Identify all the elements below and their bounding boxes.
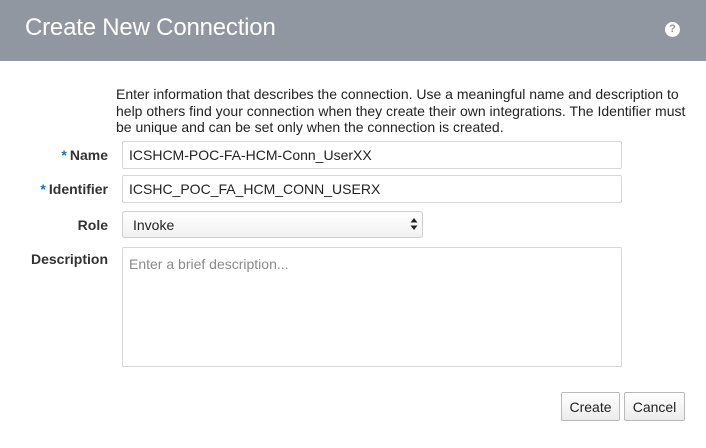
required-marker: * <box>40 181 46 197</box>
identifier-input[interactable] <box>122 175 622 203</box>
role-selected-value: Invoke <box>133 217 175 233</box>
role-label: Role <box>77 217 108 233</box>
dialog-title: Create New Connection <box>25 14 276 41</box>
dialog-titlebar: Create New Connection ? <box>0 0 706 61</box>
identifier-label-text: Identifier <box>48 181 108 197</box>
help-icon[interactable]: ? <box>665 22 680 37</box>
name-label: * Name <box>8 147 108 163</box>
name-input[interactable] <box>122 141 622 169</box>
cancel-button[interactable]: Cancel <box>624 392 685 421</box>
create-connection-dialog: Create New Connection ? Enter informatio… <box>0 0 706 448</box>
updown-chevron-icon <box>410 218 418 230</box>
required-marker: * <box>61 147 67 163</box>
description-label: Description <box>30 251 108 267</box>
role-select[interactable]: Invoke <box>122 211 423 238</box>
intro-text: Enter information that describes the con… <box>116 86 686 135</box>
description-textarea[interactable] <box>122 247 622 367</box>
name-label-text: Name <box>69 147 108 163</box>
identifier-label: * Identifier <box>8 181 108 197</box>
create-button[interactable]: Create <box>561 392 620 421</box>
